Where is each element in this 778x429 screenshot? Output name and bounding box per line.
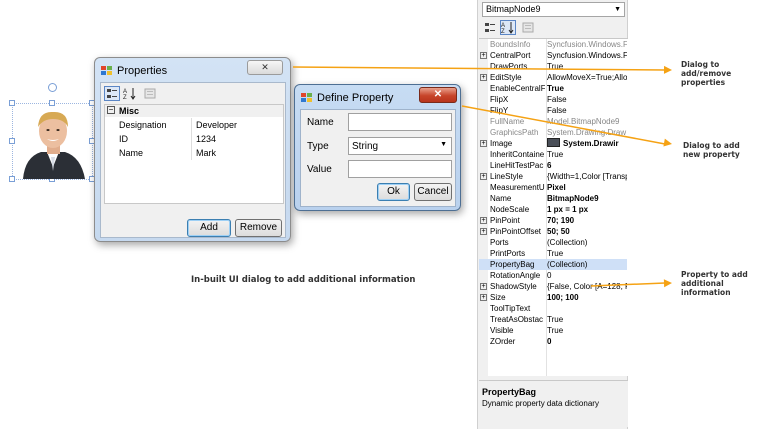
arrow-properties-dialog-line xyxy=(292,66,666,71)
arrow-define-dialog-head xyxy=(663,138,672,147)
arrow-group xyxy=(292,65,672,288)
arrow-property-bag-head xyxy=(663,279,672,288)
arrow-properties-dialog-head xyxy=(663,65,672,74)
arrow-property-bag-line xyxy=(590,282,666,287)
annotation-arrows xyxy=(292,65,672,288)
arrow-define-dialog-line xyxy=(461,105,666,145)
